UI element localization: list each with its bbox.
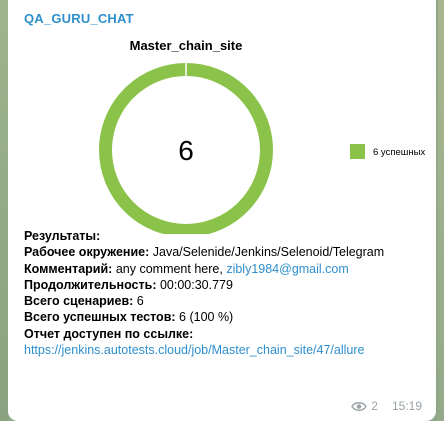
eye-icon	[351, 401, 368, 411]
view-count: 2	[371, 399, 378, 413]
chart-image[interactable]: Master_chain_site 6 6 успешных	[16, 34, 436, 234]
link-line: Отчет доступен по ссылке:	[24, 326, 194, 341]
chart-legend: 6 успешных	[350, 144, 425, 159]
message-time: 15:19	[391, 399, 422, 413]
email-link[interactable]: zibly1984@gmail.com	[226, 262, 348, 276]
message-bubble: QA_GURU_CHAT Master_chain_site 6 6 успеш…	[8, 0, 436, 421]
report-text: Результаты: Рабочее окружение: Java/Sele…	[24, 228, 424, 358]
legend-label: 6 успешных	[373, 147, 425, 158]
chart-title: Master_chain_site	[130, 38, 243, 53]
duration-line: Продолжительность: 00:00:30.779	[24, 277, 233, 292]
chat-background-left	[0, 0, 8, 421]
passed-value: 6 (100 %)	[179, 310, 234, 325]
chat-background-right	[438, 0, 444, 421]
scenarios-value: 6	[136, 294, 144, 309]
results-heading: Результаты:	[24, 229, 101, 243]
comment-value: any comment here,	[115, 261, 223, 276]
report-link-line: https://jenkins.autotests.cloud/job/Mast…	[24, 342, 424, 358]
donut-chart: Master_chain_site 6 6 успешных	[99, 38, 425, 234]
environment-value: Java/Selenide/Jenkins/Selenoid/Telegram	[152, 245, 385, 260]
message-meta: 2 15:19	[351, 399, 422, 413]
chart-center-value: 6	[178, 135, 194, 166]
duration-value: 00:00:30.779	[159, 277, 233, 292]
comment-line: Комментарий: any comment here, zibly1984…	[24, 261, 349, 276]
sender-name[interactable]: QA_GURU_CHAT	[24, 11, 134, 26]
scenarios-line: Всего сценариев: 6	[24, 294, 144, 309]
passed-line: Всего успешных тестов: 6 (100 %)	[24, 310, 234, 325]
report-link[interactable]: https://jenkins.autotests.cloud/job/Mast…	[24, 343, 364, 357]
legend-swatch	[350, 144, 365, 159]
environment-line: Рабочее окружение: Java/Selenide/Jenkins…	[24, 245, 385, 260]
